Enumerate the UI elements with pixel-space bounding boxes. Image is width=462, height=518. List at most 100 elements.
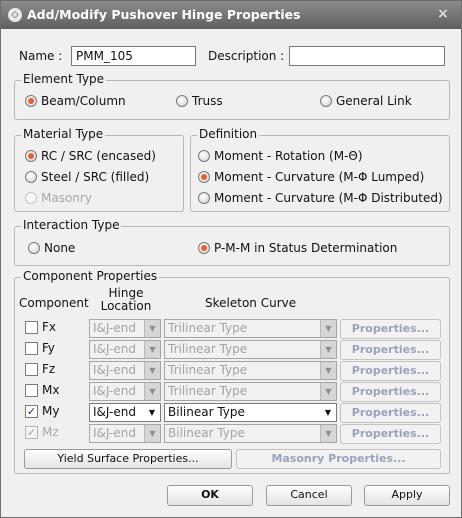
description-label: Description : (208, 49, 285, 63)
checkbox-mx[interactable] (25, 384, 38, 397)
radio-label: Steel / SRC (filled) (41, 170, 150, 184)
checkbox-fz[interactable] (25, 363, 38, 376)
radio-indicator (25, 150, 37, 162)
chevron-down-icon: ▼ (144, 404, 160, 421)
radio-moment-rotation[interactable]: Moment - Rotation (M-Θ) (198, 149, 363, 163)
chevron-down-icon: ▼ (320, 341, 336, 358)
column-header-hinge-location: Hinge Location (100, 286, 152, 313)
chevron-down-icon: ▼ (320, 362, 336, 379)
checkbox-my[interactable]: ✓ (25, 405, 38, 418)
chevron-down-icon: ▼ (144, 341, 160, 358)
column-header-skeleton-curve: Skeleton Curve (205, 296, 297, 310)
chevron-down-icon: ▼ (144, 425, 160, 442)
chevron-down-icon: ▼ (144, 383, 160, 400)
properties-button-fz[interactable]: Properties... (340, 361, 441, 381)
component-label-mz: Mz (42, 425, 59, 439)
hinge-location-select-fx[interactable]: I&J-end ▼ (89, 319, 161, 338)
hinge-location-select-mz[interactable]: I&J-end ▼ (89, 424, 161, 443)
close-icon[interactable]: × (435, 6, 451, 22)
apply-button[interactable]: Apply (364, 485, 450, 506)
radio-indicator (198, 242, 210, 254)
radio-interaction-none[interactable]: None (28, 241, 75, 255)
radio-masonry[interactable]: Masonry (25, 191, 92, 205)
radio-rc-src-encased[interactable]: RC / SRC (encased) (25, 149, 156, 163)
select-value: I&J-end (93, 384, 136, 398)
radio-indicator (198, 150, 210, 162)
radio-indicator (25, 171, 37, 183)
material-type-title: Material Type (21, 127, 106, 141)
radio-label: P-M-M in Status Determination (214, 241, 398, 255)
skeleton-curve-select-mx[interactable]: Trilinear Type ▼ (164, 382, 337, 401)
radio-indicator (320, 95, 332, 107)
component-label-fx: Fx (42, 320, 57, 334)
radio-beam-column[interactable]: Beam/Column (25, 94, 126, 108)
radio-moment-curvature-distributed[interactable]: Moment - Curvature (M-Φ Distributed) (198, 191, 443, 205)
checkbox-mz[interactable]: ✓ (25, 426, 38, 439)
radio-label: Beam/Column (41, 94, 126, 108)
component-label-fy: Fy (42, 341, 55, 355)
select-value: I&J-end (93, 363, 136, 377)
select-value: Trilinear Type (168, 363, 248, 377)
radio-truss[interactable]: Truss (176, 94, 223, 108)
name-label: Name : (19, 49, 63, 63)
radio-indicator (28, 242, 40, 254)
skeleton-curve-select-fz[interactable]: Trilinear Type ▼ (164, 361, 337, 380)
select-value: I&J-end (93, 321, 136, 335)
radio-general-link[interactable]: General Link (320, 94, 412, 108)
radio-label: RC / SRC (encased) (41, 149, 156, 163)
properties-button-fx[interactable]: Properties... (340, 319, 441, 339)
radio-label: Moment - Rotation (M-Θ) (214, 149, 363, 163)
chevron-down-icon: ▼ (144, 362, 160, 379)
chevron-down-icon: ▼ (320, 404, 336, 421)
chevron-down-icon: ▼ (320, 383, 336, 400)
skeleton-curve-select-fy[interactable]: Trilinear Type ▼ (164, 340, 337, 359)
name-field[interactable]: PMM_105 (71, 46, 196, 66)
radio-pmm-status-determination[interactable]: P-M-M in Status Determination (198, 241, 397, 255)
radio-label: Moment - Curvature (M-Φ Lumped) (214, 170, 425, 184)
chevron-down-icon: ▼ (320, 425, 336, 442)
radio-indicator (25, 95, 37, 107)
checkbox-fy[interactable] (25, 342, 38, 355)
ok-button[interactable]: OK (167, 485, 253, 506)
radio-moment-curvature-lumped[interactable]: Moment - Curvature (M-Φ Lumped) (198, 170, 424, 184)
masonry-properties-button[interactable]: Masonry Properties... (236, 449, 441, 469)
skeleton-curve-select-mz[interactable]: Bilinear Type ▼ (164, 424, 337, 443)
component-label-fz: Fz (42, 362, 56, 376)
select-value: Trilinear Type (168, 384, 248, 398)
radio-indicator (198, 171, 210, 183)
radio-label: Masonry (41, 191, 92, 205)
component-label-mx: Mx (42, 383, 60, 397)
properties-button-mz[interactable]: Properties... (340, 424, 441, 444)
skeleton-curve-select-fx[interactable]: Trilinear Type ▼ (164, 319, 337, 338)
column-header-component: Component (19, 296, 89, 310)
yield-surface-properties-button[interactable]: Yield Surface Properties... (24, 449, 232, 469)
radio-indicator (176, 95, 188, 107)
properties-button-mx[interactable]: Properties... (340, 382, 441, 402)
select-value: I&J-end (93, 405, 136, 419)
definition-title: Definition (197, 127, 260, 141)
hinge-location-select-my[interactable]: I&J-end ▼ (89, 403, 161, 422)
properties-button-my[interactable]: Properties... (340, 403, 441, 423)
component-properties-title: Component Properties (21, 269, 160, 283)
radio-label: General Link (336, 94, 412, 108)
select-value: I&J-end (93, 426, 136, 440)
checkbox-fx[interactable] (25, 321, 38, 334)
skeleton-curve-select-my[interactable]: Bilinear Type ▼ (164, 403, 337, 422)
select-value: Bilinear Type (168, 405, 245, 419)
properties-button-fy[interactable]: Properties... (340, 340, 441, 360)
hinge-location-select-fz[interactable]: I&J-end ▼ (89, 361, 161, 380)
component-label-my: My (42, 404, 60, 418)
select-value: I&J-end (93, 342, 136, 356)
radio-indicator (25, 192, 37, 204)
cancel-button[interactable]: Cancel (266, 485, 352, 506)
title-bar[interactable]: ◇ Add/Modify Pushover Hinge Properties × (1, 1, 461, 29)
description-field[interactable] (289, 46, 445, 66)
hinge-location-select-mx[interactable]: I&J-end ▼ (89, 382, 161, 401)
hinge-location-select-fy[interactable]: I&J-end ▼ (89, 340, 161, 359)
chevron-down-icon: ▼ (144, 320, 160, 337)
interaction-type-title: Interaction Type (21, 218, 122, 232)
select-value: Trilinear Type (168, 342, 248, 356)
radio-steel-src-filled[interactable]: Steel / SRC (filled) (25, 170, 149, 184)
radio-label: Moment - Curvature (M-Φ Distributed) (214, 191, 443, 205)
app-icon[interactable]: ◇ (8, 8, 22, 22)
